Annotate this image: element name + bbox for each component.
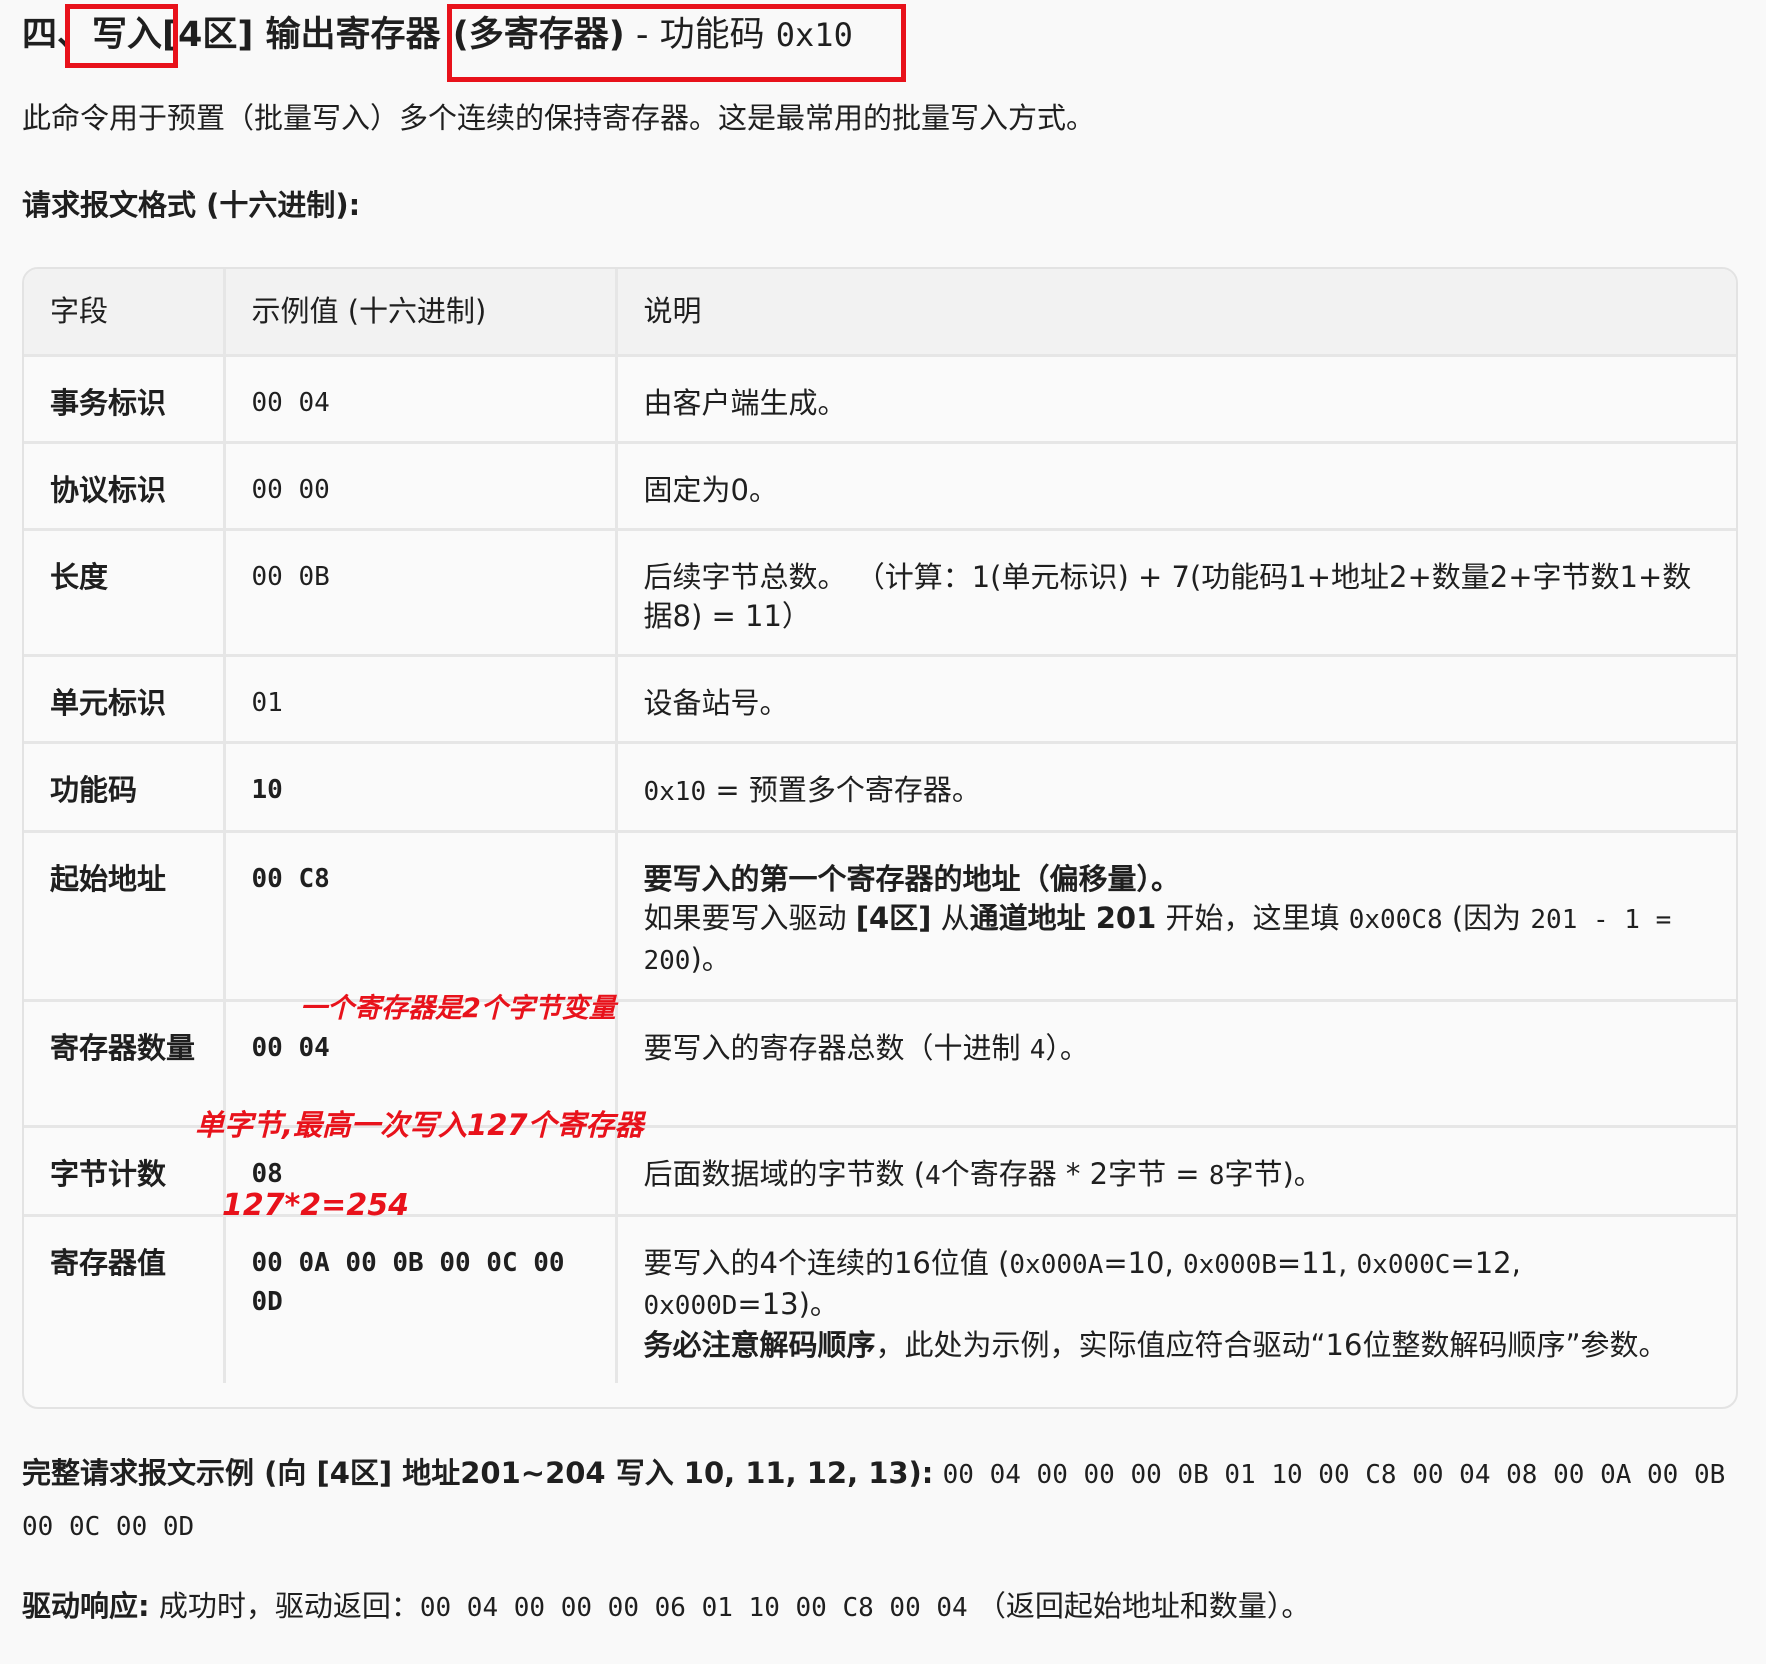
- desc-text: =11,: [1276, 1245, 1357, 1280]
- desc-bold: 要写入的第一个寄存器的地址（偏移量）。: [643, 861, 1181, 896]
- row-desc: 0x10 = 预置多个寄存器。: [616, 742, 1736, 833]
- request-heading: 请求报文格式 (十六进制):: [22, 188, 361, 222]
- table-header-row: 字段 示例值 (十六进制) 说明: [24, 269, 1736, 357]
- table-row: 起始地址 00 C8 要写入的第一个寄存器的地址（偏移量）。 如果要写入驱动 [4…: [24, 831, 1736, 1002]
- desc-text: 要写入的4个连续的16位值 (: [643, 1245, 1010, 1280]
- row-value: 00 0B: [224, 529, 618, 657]
- desc-text: ，此处为示例，实际值应符合驱动“16位整数解码顺序”参数。: [875, 1327, 1668, 1362]
- row-desc: 后续字节总数。 （计算：1(单元标识) + 7(功能码1+地址2+数量2+字节数…: [616, 529, 1736, 657]
- desc-code: 0x000A: [1009, 1249, 1104, 1280]
- row-desc: 要写入的4个连续的16位值 (0x000A=10, 0x000B=11, 0x0…: [616, 1215, 1736, 1383]
- title-middle: [4区] 输出寄存器: [162, 15, 441, 55]
- desc-text: 开始，这里填: [1156, 900, 1349, 935]
- desc-text: 要写入的寄存器总数（十进制: [643, 1030, 1030, 1065]
- row-field: 单元标识: [24, 655, 226, 744]
- row-value: 00 0A 00 0B 00 0C 00 0D: [224, 1215, 618, 1383]
- desc-text: = 预置多个寄存器。: [706, 772, 981, 807]
- row-value: 00 C8: [224, 831, 618, 1002]
- desc-code: 0x000B: [1182, 1249, 1277, 1280]
- table-row: 事务标识 00 04 由客户端生成。: [24, 355, 1736, 444]
- desc-text: =13)。: [737, 1286, 839, 1321]
- row-value: 00 00: [224, 442, 618, 531]
- row-field: 功能码: [24, 742, 226, 833]
- request-table: 字段 示例值 (十六进制) 说明 事务标识 00 04 由客户端生成。 协议标识…: [22, 267, 1738, 1409]
- row-value: 10: [224, 742, 618, 833]
- annotation-max-registers: 单字节,最高一次写入127个寄存器: [195, 1108, 644, 1142]
- desc-text: (因为: [1442, 900, 1531, 935]
- annotation-calc: 127*2=254: [222, 1188, 409, 1223]
- driver-response: 驱动响应: 成功时，驱动返回：00 04 00 00 00 06 01 10 0…: [22, 1584, 1742, 1630]
- row-desc: 设备站号。: [616, 655, 1736, 744]
- response-text: （返回起始地址和数量）。: [967, 1589, 1311, 1623]
- row-desc: 要写入的第一个寄存器的地址（偏移量）。 如果要写入驱动 [4区] 从通道地址 20…: [616, 831, 1736, 1002]
- row-value: 01: [224, 655, 618, 744]
- header-field: 字段: [24, 269, 226, 357]
- desc-channel: 通道地址 201: [969, 900, 1157, 935]
- row-field: 字节计数: [24, 1126, 226, 1217]
- row-field: 事务标识: [24, 355, 226, 444]
- row-field: 长度: [24, 529, 226, 657]
- desc-code: 0x000D: [643, 1290, 738, 1321]
- table-row: 功能码 10 0x10 = 预置多个寄存器。: [24, 742, 1736, 833]
- row-field: 寄存器值: [24, 1215, 226, 1383]
- header-desc: 说明: [616, 269, 1736, 357]
- table-row: 长度 00 0B 后续字节总数。 （计算：1(单元标识) + 7(功能码1+地址…: [24, 529, 1736, 657]
- desc-text: )。: [690, 941, 731, 976]
- row-field: 寄存器数量: [24, 1000, 226, 1128]
- header-value: 示例值 (十六进制): [224, 269, 618, 357]
- table-row: 协议标识 00 00 固定为0。: [24, 442, 1736, 531]
- desc-text: 如果要写入驱动: [643, 900, 856, 935]
- desc-text: 个寄存器 * 2字节 =: [940, 1156, 1209, 1191]
- highlight-box-multi: [447, 4, 906, 82]
- annotation-register-bytes: 一个寄存器是2个字节变量: [300, 993, 616, 1024]
- desc-text: ）。: [1045, 1030, 1089, 1065]
- row-desc: 由客户端生成。: [616, 355, 1736, 444]
- desc-code: 4: [1029, 1034, 1046, 1065]
- desc-code: 0x00C8: [1348, 904, 1443, 935]
- example-request: 完整请求报文示例 (向 [4区] 地址201~204 写入 10, 11, 12…: [22, 1448, 1742, 1552]
- row-desc: 固定为0。: [616, 442, 1736, 531]
- desc-text: =12,: [1450, 1245, 1521, 1280]
- row-desc: 后面数据域的字节数 (4个寄存器 * 2字节 = 8字节)。: [616, 1126, 1736, 1217]
- desc-zone: [4区]: [855, 900, 932, 935]
- desc-text: 字节)。: [1224, 1156, 1323, 1191]
- response-bytes: 00 04 00 00 00 06 01 10 00 C8 00 04: [419, 1593, 968, 1623]
- response-text: 成功时，驱动返回：: [149, 1589, 420, 1623]
- row-value: 00 04: [224, 355, 618, 444]
- desc-text: =10,: [1103, 1245, 1183, 1280]
- desc-code: 4: [925, 1160, 941, 1191]
- desc-text: 后面数据域的字节数 (: [643, 1156, 926, 1191]
- example-label: 完整请求报文示例 (向 [4区] 地址201~204 写入 10, 11, 12…: [22, 1456, 934, 1490]
- desc-code: 0x10: [643, 776, 707, 807]
- table-row: 寄存器值 00 0A 00 0B 00 0C 00 0D 要写入的4个连续的16…: [24, 1215, 1736, 1383]
- highlight-box-write: [65, 4, 178, 68]
- row-field: 起始地址: [24, 831, 226, 1002]
- table-row: 单元标识 01 设备站号。: [24, 655, 1736, 744]
- desc-code: 8: [1208, 1160, 1225, 1191]
- row-desc: 要写入的寄存器总数（十进制 4）。: [616, 1000, 1736, 1128]
- row-field: 协议标识: [24, 442, 226, 531]
- intro-text: 此命令用于预置（批量写入）多个连续的保持寄存器。这是最常用的批量写入方式。: [22, 101, 1096, 135]
- desc-text: 从: [931, 900, 970, 935]
- desc-bold: 务必注意解码顺序: [643, 1327, 876, 1362]
- response-label: 驱动响应:: [22, 1589, 150, 1623]
- desc-code: 0x000C: [1356, 1249, 1451, 1280]
